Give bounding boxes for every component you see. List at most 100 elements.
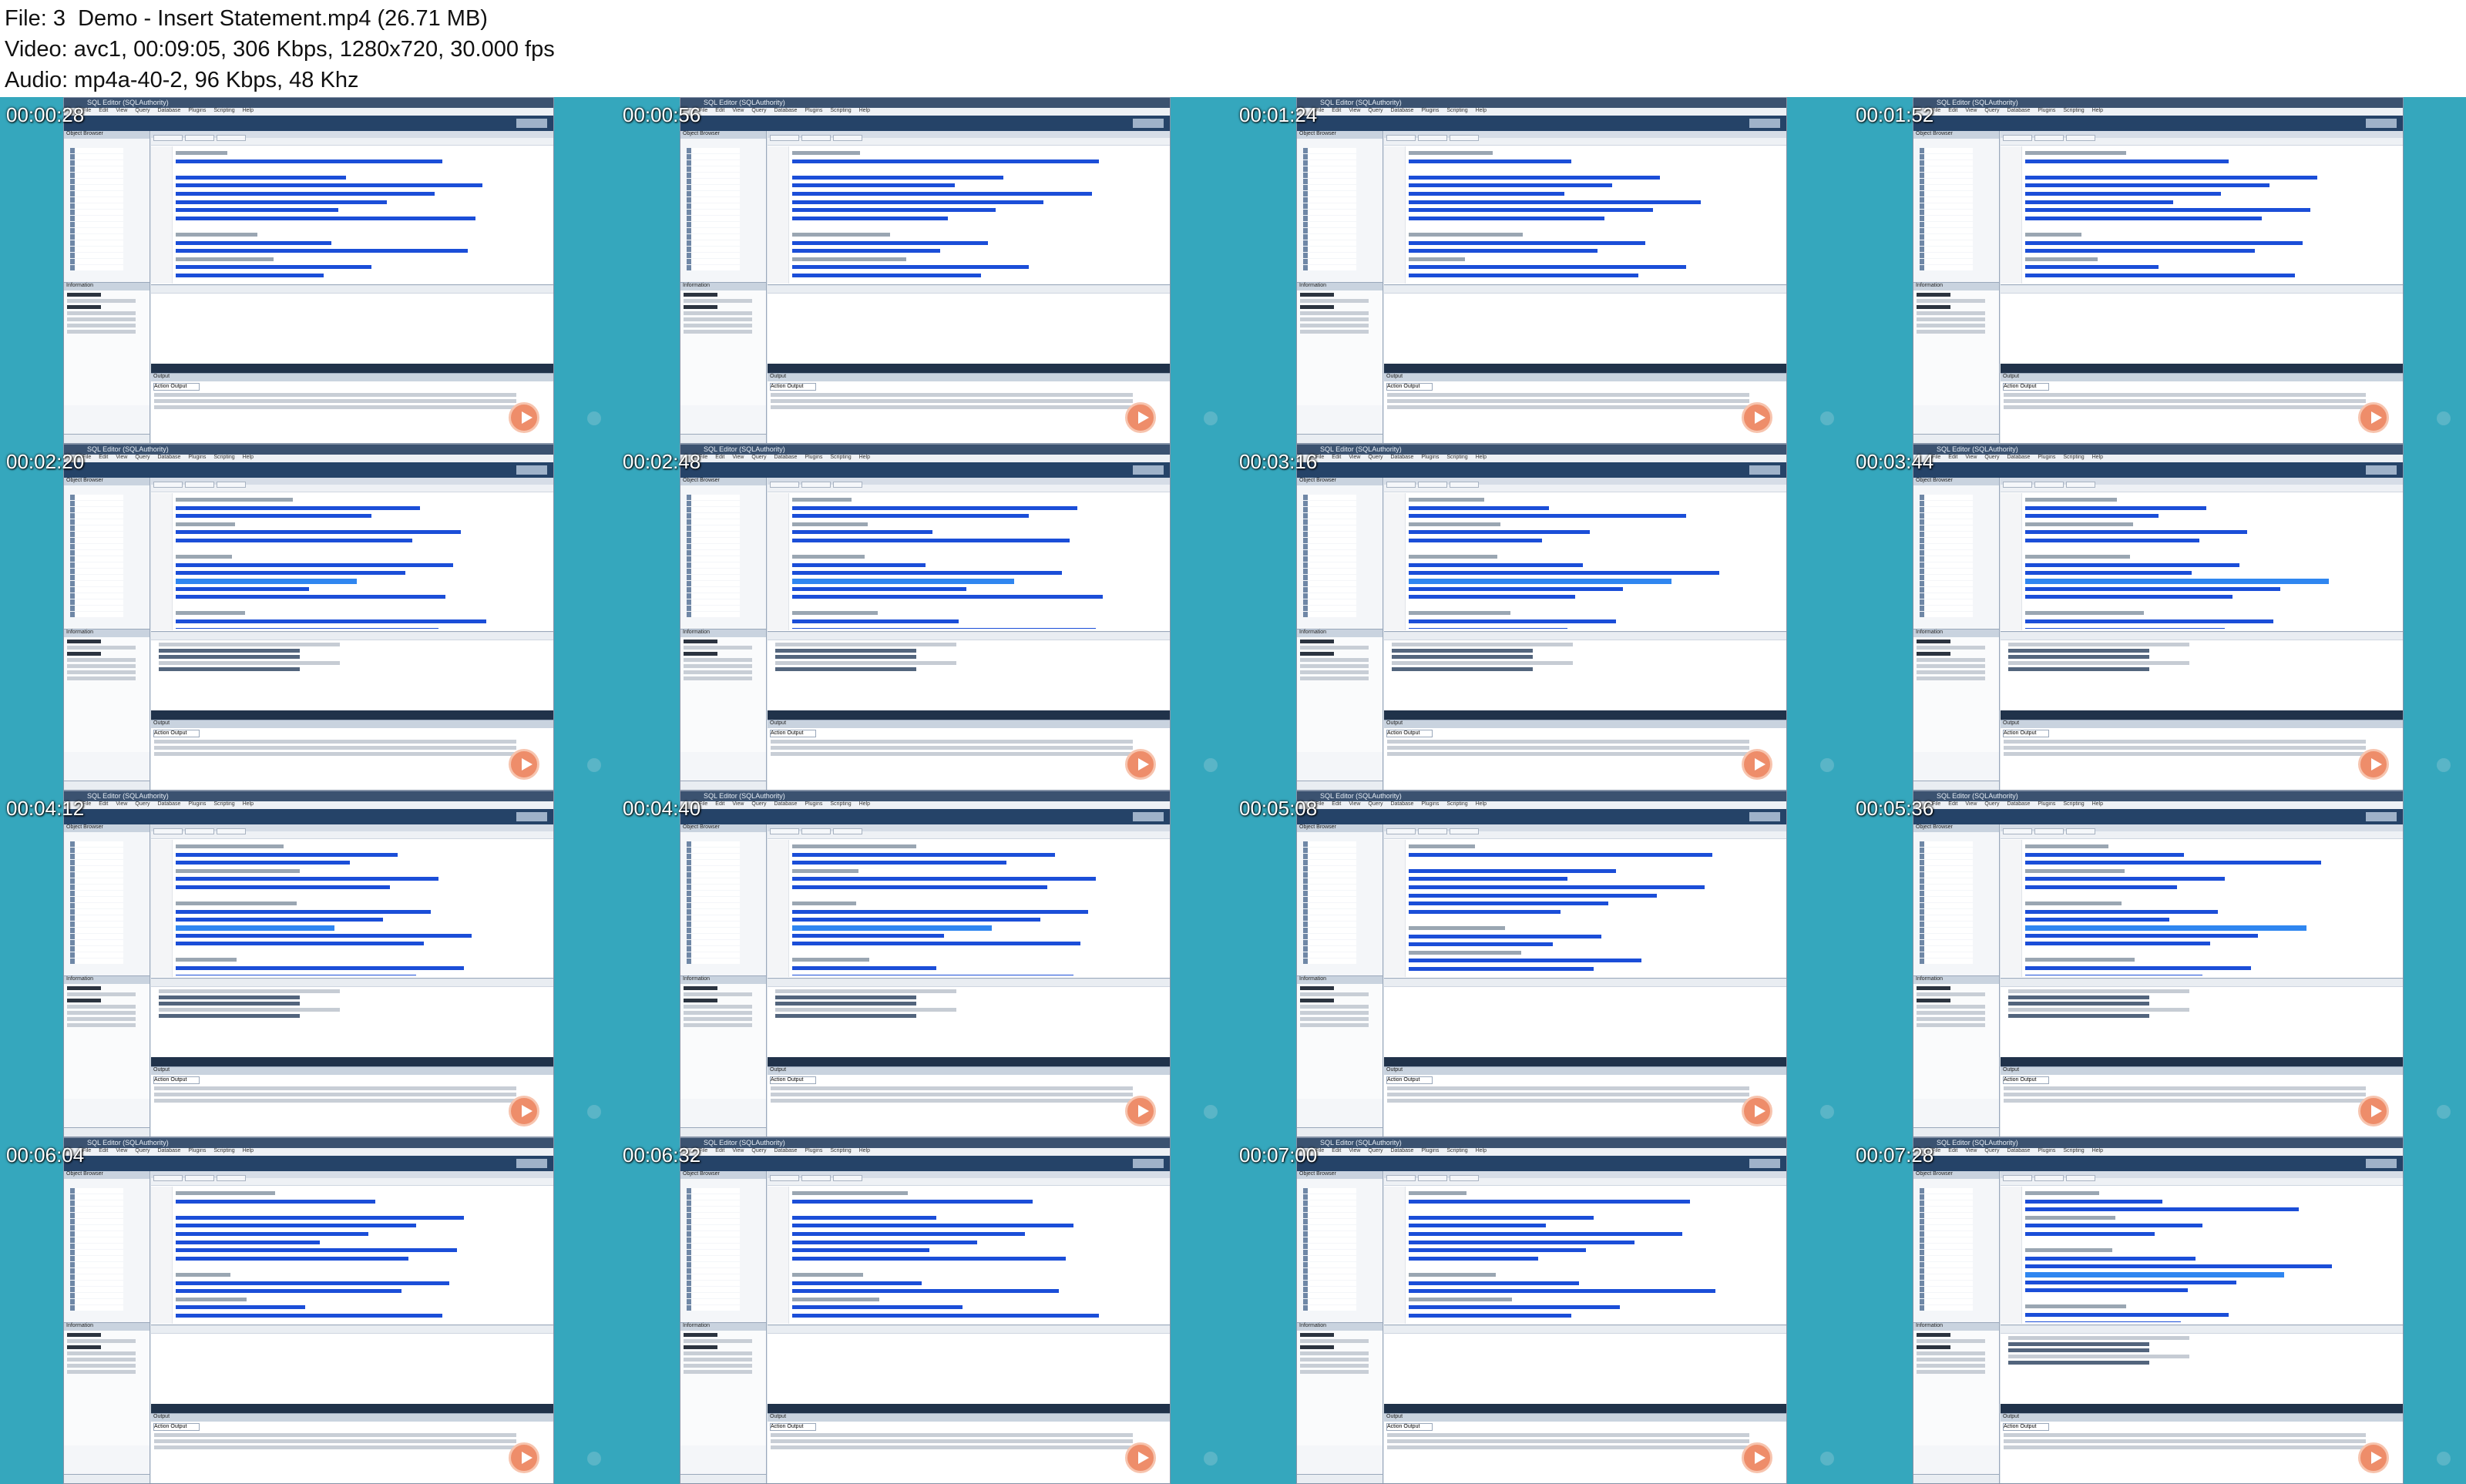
tree-item[interactable] [1303,173,1356,178]
tree-item[interactable] [687,569,740,574]
tree-item[interactable] [687,538,740,543]
play-icon[interactable] [509,1442,539,1473]
tree-item[interactable] [1303,265,1356,270]
menu-item[interactable]: Scripting [830,1148,851,1153]
editor-tab[interactable] [2034,135,2064,141]
tree-item[interactable] [1303,891,1356,896]
tree-item[interactable] [1920,878,1973,884]
toolbar-buttons[interactable] [1133,1159,1164,1168]
menu-item[interactable]: Edit [1332,108,1341,113]
tree-item[interactable] [1920,154,1973,159]
menu-item[interactable]: Edit [715,108,724,113]
tree-item[interactable] [1920,216,1973,221]
object-browser-tabs[interactable] [1913,781,1999,790]
tree-item[interactable] [1920,934,1973,939]
tree-item[interactable] [1920,922,1973,927]
tree-item[interactable] [1920,562,1973,568]
tree-item[interactable] [1303,234,1356,240]
tree-item[interactable] [70,1268,123,1274]
tree-item[interactable] [687,173,740,178]
menu-item[interactable]: Edit [99,1148,108,1153]
object-browser-tabs[interactable] [680,781,766,790]
menu-item[interactable]: Scripting [1446,455,1467,460]
menu-item[interactable]: View [732,801,744,807]
tree-item[interactable] [1920,1268,1973,1274]
tree-item[interactable] [687,872,740,878]
editor-tab[interactable] [1418,828,1447,834]
output-selector[interactable]: Action Output [1386,1423,1433,1431]
tree-item[interactable] [70,1219,123,1224]
tree-item[interactable] [1920,259,1973,264]
tree-item[interactable] [1920,903,1973,908]
tree-item[interactable] [687,581,740,586]
menu-item[interactable]: Plugins [1421,455,1439,460]
output-selector[interactable]: Action Output [770,383,816,391]
code-area[interactable] [2025,149,2395,282]
sql-editor[interactable] [2001,478,2403,632]
menu-item[interactable]: Query [135,801,150,807]
menu-item[interactable]: Database [157,1148,180,1153]
tree-item[interactable] [1920,587,1973,593]
editor-tab[interactable] [770,482,799,488]
menu-item[interactable]: View [1349,1148,1360,1153]
menu-item[interactable]: Database [1390,1148,1413,1153]
menu-item[interactable]: Database [774,108,797,113]
tree-item[interactable] [1303,934,1356,939]
tree-item[interactable] [1303,1244,1356,1249]
tree-item[interactable] [687,1244,740,1249]
menu-item[interactable]: Plugins [188,455,206,460]
tree-item[interactable] [70,1293,123,1298]
tree-item[interactable] [687,532,740,537]
tree-item[interactable] [70,587,123,593]
tree-item[interactable] [1303,1256,1356,1261]
sql-editor[interactable] [151,478,553,632]
sql-editor[interactable] [2001,824,2403,979]
play-icon[interactable] [509,402,539,433]
tree-item[interactable] [1920,848,1973,853]
tree-item[interactable] [687,897,740,902]
tree-item[interactable] [1303,148,1356,153]
tree-item[interactable] [1303,253,1356,258]
tree-item[interactable] [1920,841,1973,847]
object-browser-tabs[interactable] [64,781,150,790]
editor-tab[interactable] [217,828,246,834]
tree-item[interactable] [1920,197,1973,203]
tree-item[interactable] [1303,922,1356,927]
editor-tab[interactable] [185,135,214,141]
code-area[interactable] [1409,149,1779,282]
tree-item[interactable] [1303,848,1356,853]
tree-item[interactable] [70,562,123,568]
menu-item[interactable]: Plugins [1421,1148,1439,1153]
tree-item[interactable] [70,1225,123,1231]
toolbar-buttons[interactable] [516,1159,547,1168]
editor-tab[interactable] [1450,1175,1479,1181]
tree-item[interactable] [70,1281,123,1286]
tree-item[interactable] [687,1237,740,1243]
output-selector[interactable]: Action Output [770,730,816,737]
menu-item[interactable]: Help [243,801,254,807]
play-icon[interactable] [1125,1096,1156,1126]
tree-item[interactable] [687,191,740,196]
tree-item[interactable] [70,148,123,153]
tree-item[interactable] [1303,525,1356,531]
editor-tab[interactable] [833,1175,862,1181]
editor-tab[interactable] [217,1175,246,1181]
editor-tab[interactable] [1386,135,1416,141]
tree-item[interactable] [1303,210,1356,215]
editor-tab[interactable] [833,482,862,488]
tree-item[interactable] [1920,191,1973,196]
sql-editor[interactable] [2001,131,2403,285]
tree-item[interactable] [70,872,123,878]
tree-item[interactable] [687,891,740,896]
tree-item[interactable] [687,247,740,252]
tree-item[interactable] [1920,897,1973,902]
editor-tab[interactable] [153,135,183,141]
menu-item[interactable]: Plugins [188,108,206,113]
tree-item[interactable] [1920,166,1973,172]
tree-item[interactable] [1303,222,1356,227]
tree-item[interactable] [70,550,123,556]
tree-item[interactable] [687,1274,740,1280]
tree-item[interactable] [1303,1194,1356,1200]
editor-tab[interactable] [801,482,831,488]
tree-item[interactable] [1303,940,1356,945]
